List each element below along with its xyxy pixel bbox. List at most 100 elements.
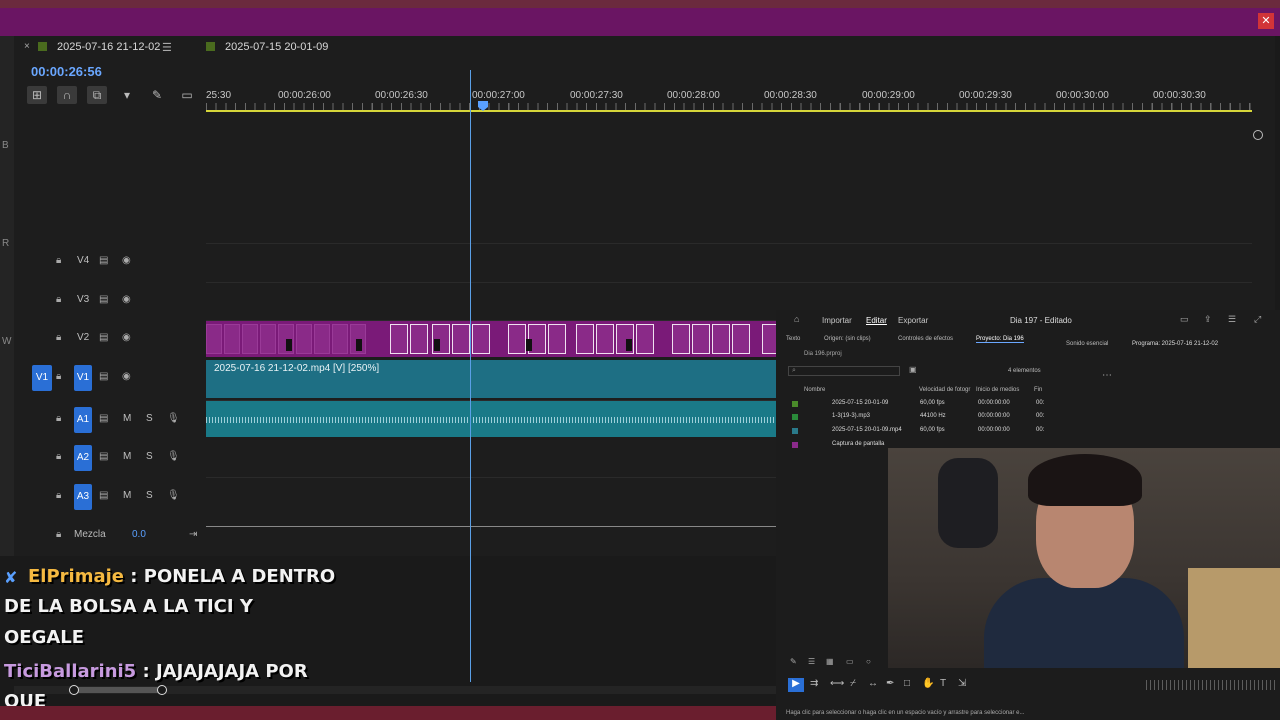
image-clip[interactable] (672, 324, 690, 354)
scrollbar-thumb[interactable] (74, 687, 164, 693)
insert-sequence-icon[interactable]: ⊞ (27, 86, 47, 104)
lock-icon[interactable]: 🔒︎ (56, 294, 61, 305)
rectangle-icon[interactable]: □ (904, 678, 910, 689)
a1-audio-clip[interactable] (206, 401, 786, 437)
go-to-end-icon[interactable]: ⇥ (189, 529, 197, 540)
v2-image-clips[interactable] (206, 321, 786, 357)
playhead-timecode[interactable]: 00:00:26:56 (31, 64, 102, 79)
panel-tab-text[interactable]: Texto (786, 336, 800, 342)
zoom-slider-knob[interactable]: ○ (866, 657, 871, 666)
workspace-tab-export[interactable]: Exportar (898, 316, 928, 325)
panel-tab-project[interactable]: Proyecto: Dia 196 (976, 336, 1024, 343)
track-target-a2[interactable]: A2 (74, 445, 92, 471)
sync-lock-icon[interactable]: ▤ (99, 332, 108, 343)
tab-sequence-inactive[interactable]: 2025-07-15 20-01-09 (206, 41, 328, 53)
image-clip[interactable] (242, 324, 258, 354)
timeline-horizontal-scrollbar[interactable] (14, 685, 776, 695)
icon-view-icon[interactable]: ▦ (826, 657, 834, 666)
new-bin-icon[interactable]: ▣ (909, 365, 917, 374)
menu-icon[interactable]: ☰ (162, 41, 172, 54)
track-target-a3[interactable]: A3 (74, 484, 92, 510)
linked-selection-icon[interactable]: ⧉ (87, 86, 107, 104)
mic-icon[interactable]: 🎙︎ (167, 451, 180, 462)
tab-sequence-active[interactable]: 2025-07-16 21-12-02 (38, 41, 160, 53)
settings-wrench-icon[interactable]: ✎ (147, 86, 167, 104)
panel-tab-source[interactable]: Origen: (sin clips) (824, 336, 871, 342)
mute-button[interactable]: M (123, 451, 131, 462)
lock-icon[interactable]: 🔒︎ (56, 490, 61, 501)
menu-icon[interactable]: ☰ (1228, 314, 1236, 325)
playhead-line[interactable] (470, 70, 471, 682)
track-target-a1[interactable]: A1 (74, 407, 92, 433)
captions-icon[interactable]: ▭ (177, 86, 197, 104)
eye-icon[interactable]: ◉ (122, 332, 131, 343)
image-clip[interactable] (548, 324, 566, 354)
image-clip[interactable] (314, 324, 330, 354)
eye-icon[interactable]: ◉ (122, 294, 131, 305)
image-clip[interactable] (260, 324, 276, 354)
work-area-bar[interactable] (206, 110, 1252, 112)
image-clip[interactable] (508, 324, 526, 354)
image-clip[interactable] (472, 324, 490, 354)
sync-lock-icon[interactable]: ▤ (99, 451, 108, 462)
lock-icon[interactable]: 🔒︎ (56, 529, 61, 540)
mic-icon[interactable]: 🎙︎ (167, 413, 180, 424)
mute-button[interactable]: M (123, 490, 131, 501)
lock-icon[interactable]: 🔒︎ (56, 451, 61, 462)
project-item[interactable]: 2025-07-15 20-01-09 60,00 fps 00:00:00:0… (790, 398, 1046, 411)
add-marker-icon[interactable]: ▾ (117, 86, 137, 104)
remix-icon[interactable]: ⇲ (958, 678, 966, 689)
snap-icon[interactable]: ∩ (57, 86, 77, 104)
v1-video-clip[interactable]: 2025-07-16 21-12-02.mp4 [V] [250%] (206, 360, 786, 398)
lock-icon[interactable]: 🔒︎ (56, 255, 61, 266)
image-clip[interactable] (732, 324, 750, 354)
sync-lock-icon[interactable]: ▤ (99, 294, 108, 305)
panel-tab-essential-sound[interactable]: Sonido esencial (1066, 341, 1108, 347)
image-clip[interactable] (224, 324, 240, 354)
eye-icon[interactable]: ◉ (122, 255, 131, 266)
solo-button[interactable]: S (146, 413, 153, 424)
sync-lock-icon[interactable]: ▤ (99, 255, 108, 266)
ripple-edit-icon[interactable]: ⟷ (830, 678, 844, 689)
sync-lock-icon[interactable]: ▤ (99, 490, 108, 501)
mute-button[interactable]: M (123, 413, 131, 424)
lock-icon[interactable]: 🔒︎ (56, 413, 61, 424)
image-clip[interactable] (712, 324, 730, 354)
track-target-v1[interactable]: V1 (74, 365, 92, 391)
image-clip[interactable] (596, 324, 614, 354)
freeform-view-icon[interactable]: ▭ (846, 657, 854, 666)
tab-close-icon[interactable]: × (24, 41, 30, 52)
column-frame-rate[interactable]: Velocidad de fotogr (919, 387, 970, 393)
hand-icon[interactable]: ✋ (922, 678, 934, 689)
panel-tab-program[interactable]: Programa: 2025-07-16 21-12-02 (1132, 341, 1218, 347)
scrollbar-knob-right[interactable] (157, 685, 167, 695)
source-patch-v1[interactable]: V1 (32, 365, 52, 391)
sync-lock-icon[interactable]: ▤ (99, 413, 108, 424)
pen-icon[interactable]: ✒ (886, 678, 894, 689)
mix-value[interactable]: 0.0 (132, 529, 146, 540)
lock-icon[interactable]: 🔒︎ (56, 332, 61, 343)
image-clip[interactable] (636, 324, 654, 354)
project-item[interactable]: 2025-07-15 20-01-09.mp4 60,00 fps 00:00:… (790, 425, 1046, 438)
home-icon[interactable]: ⌂ (794, 314, 799, 324)
panel-tab-effect-controls[interactable]: Controles de efectos (898, 336, 953, 342)
project-search-input[interactable]: ⌕ (788, 366, 900, 376)
share-icon[interactable]: ⇪ (1204, 314, 1212, 325)
column-name[interactable]: Nombre (804, 387, 825, 393)
image-clip[interactable] (296, 324, 312, 354)
time-ruler[interactable]: 25:30 00:00:26:00 00:00:26:30 00:00:27:0… (206, 86, 1252, 116)
image-clip[interactable] (452, 324, 470, 354)
scrollbar-knob-left[interactable] (69, 685, 79, 695)
image-clip[interactable] (332, 324, 348, 354)
pencil-icon[interactable]: ✎ (790, 657, 797, 666)
mic-icon[interactable]: 🎙︎ (167, 490, 180, 501)
image-clip[interactable] (692, 324, 710, 354)
solo-button[interactable]: S (146, 490, 153, 501)
selection-tool-icon[interactable]: ▶ (788, 678, 804, 692)
sync-lock-icon[interactable]: ▤ (99, 371, 108, 382)
lock-icon[interactable]: 🔒︎ (56, 371, 61, 382)
image-clip[interactable] (206, 324, 222, 354)
fullscreen-icon[interactable]: ▭ (1180, 314, 1189, 325)
column-media-start[interactable]: Inicio de medios (976, 387, 1019, 393)
eye-icon[interactable]: ◉ (122, 371, 131, 382)
